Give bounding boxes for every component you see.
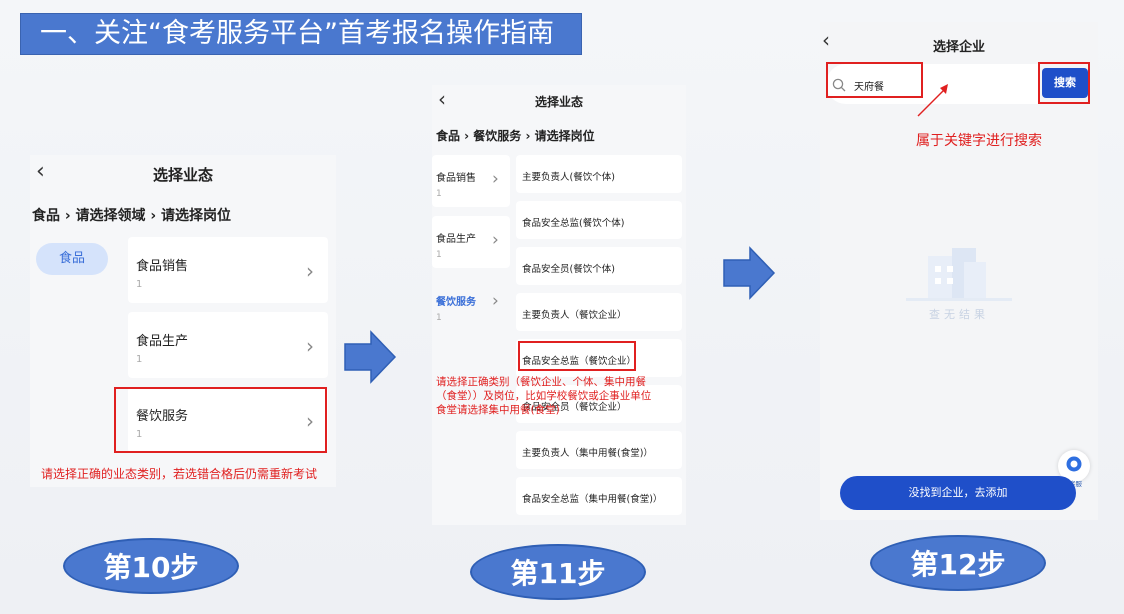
position-label: 主要负责人（餐饮企业） [522, 310, 627, 321]
left-item[interactable]: 食品生产 1 › [432, 216, 510, 268]
position-item[interactable]: 主要负责人（餐饮企业） [516, 293, 682, 331]
left-item-count: 1 [436, 189, 442, 199]
warning-note: 请选择正确的业态类别，若选错合格后仍需重新考试 [41, 467, 318, 481]
empty-result-text: 查无结果 [929, 308, 989, 321]
left-item-label: 食品生产 [436, 234, 476, 245]
nav-title: 选择业态 [152, 166, 213, 184]
left-item-label: 餐饮服务 [436, 297, 476, 308]
highlight-box [826, 62, 923, 98]
highlight-box [1038, 62, 1090, 104]
screen-step12: ‹ 选择企业 天府餐 搜索 属于关键字进行搜索 查无结果 在线客服 没找到企业，… [820, 22, 1098, 520]
chevron-right-icon: › [492, 169, 499, 189]
warning-note: 请选择正确类别（餐饮企业、个体、集中用餐（食堂））及岗位，比如学校餐饮或企事业单… [436, 376, 652, 416]
position-label: 主要负责人（集中用餐(食堂)） [522, 448, 653, 459]
chevron-right-icon: › [492, 291, 499, 311]
list-item[interactable]: 食品生产 1 › [128, 312, 328, 378]
breadcrumb: 食品 › 餐饮服务 › 请选择岗位 [436, 129, 595, 143]
left-item[interactable]: 食品销售 1 › [432, 155, 510, 207]
list-item[interactable]: 食品销售 1 › [128, 237, 328, 303]
chevron-right-icon: › [306, 334, 314, 358]
position-item[interactable]: 食品安全总监（集中用餐(食堂)） [516, 477, 682, 515]
guide-banner-title: 一、关注“食考服务平台”首考报名操作指南 [20, 13, 582, 55]
position-item[interactable]: 食品安全员(餐饮个体) [516, 247, 682, 285]
position-item[interactable]: 主要负责人(餐饮个体) [516, 155, 682, 193]
chevron-right-icon: › [306, 259, 314, 283]
step-badge: 第12步 [870, 535, 1046, 591]
left-item-label: 食品销售 [436, 173, 476, 184]
left-item-count: 1 [436, 313, 442, 323]
step-badge: 第10步 [63, 538, 239, 594]
nav-title: 选择企业 [932, 40, 985, 55]
item-label: 食品生产 [136, 334, 189, 349]
search-tip: 属于关键字进行搜索 [916, 133, 1042, 149]
left-item-count: 1 [436, 250, 442, 260]
screen-step10: ‹ 选择业态 食品 › 请选择领域 › 请选择岗位 食品 食品销售 1 › 食品… [30, 155, 336, 487]
empty-building-icon [906, 248, 1012, 301]
item-label: 食品销售 [136, 259, 189, 274]
highlight-box [114, 387, 327, 453]
position-item[interactable]: 主要负责人（集中用餐(食堂)） [516, 431, 682, 469]
pointer-arrow-icon [917, 84, 948, 117]
item-count: 1 [136, 279, 143, 290]
breadcrumb: 食品 › 请选择领域 › 请选择岗位 [32, 208, 232, 224]
domain-tab-food[interactable]: 食品 [36, 243, 108, 275]
position-label: 食品安全员(餐饮个体) [522, 264, 615, 275]
highlight-box [518, 341, 636, 371]
left-item-selected[interactable]: 餐饮服务 1 › [432, 277, 510, 329]
position-item[interactable]: 食品安全总监(餐饮个体) [516, 201, 682, 239]
headset-icon [1066, 456, 1082, 472]
chevron-right-icon: › [492, 230, 499, 250]
item-count: 1 [136, 354, 143, 365]
step-badge: 第11步 [470, 544, 646, 600]
arrow-right-icon [723, 246, 776, 300]
arrow-right-icon [344, 330, 397, 384]
position-label: 食品安全总监（集中用餐(食堂)） [522, 494, 663, 505]
position-label: 主要负责人(餐饮个体) [522, 172, 615, 183]
screen-step11: ‹ 选择业态 食品 › 餐饮服务 › 请选择岗位 食品销售 1 › 食品生产 1… [432, 85, 686, 525]
add-company-button[interactable]: 没找到企业，去添加 [840, 476, 1076, 510]
position-label: 食品安全总监(餐饮个体) [522, 218, 625, 229]
nav-title: 选择业态 [534, 95, 583, 109]
